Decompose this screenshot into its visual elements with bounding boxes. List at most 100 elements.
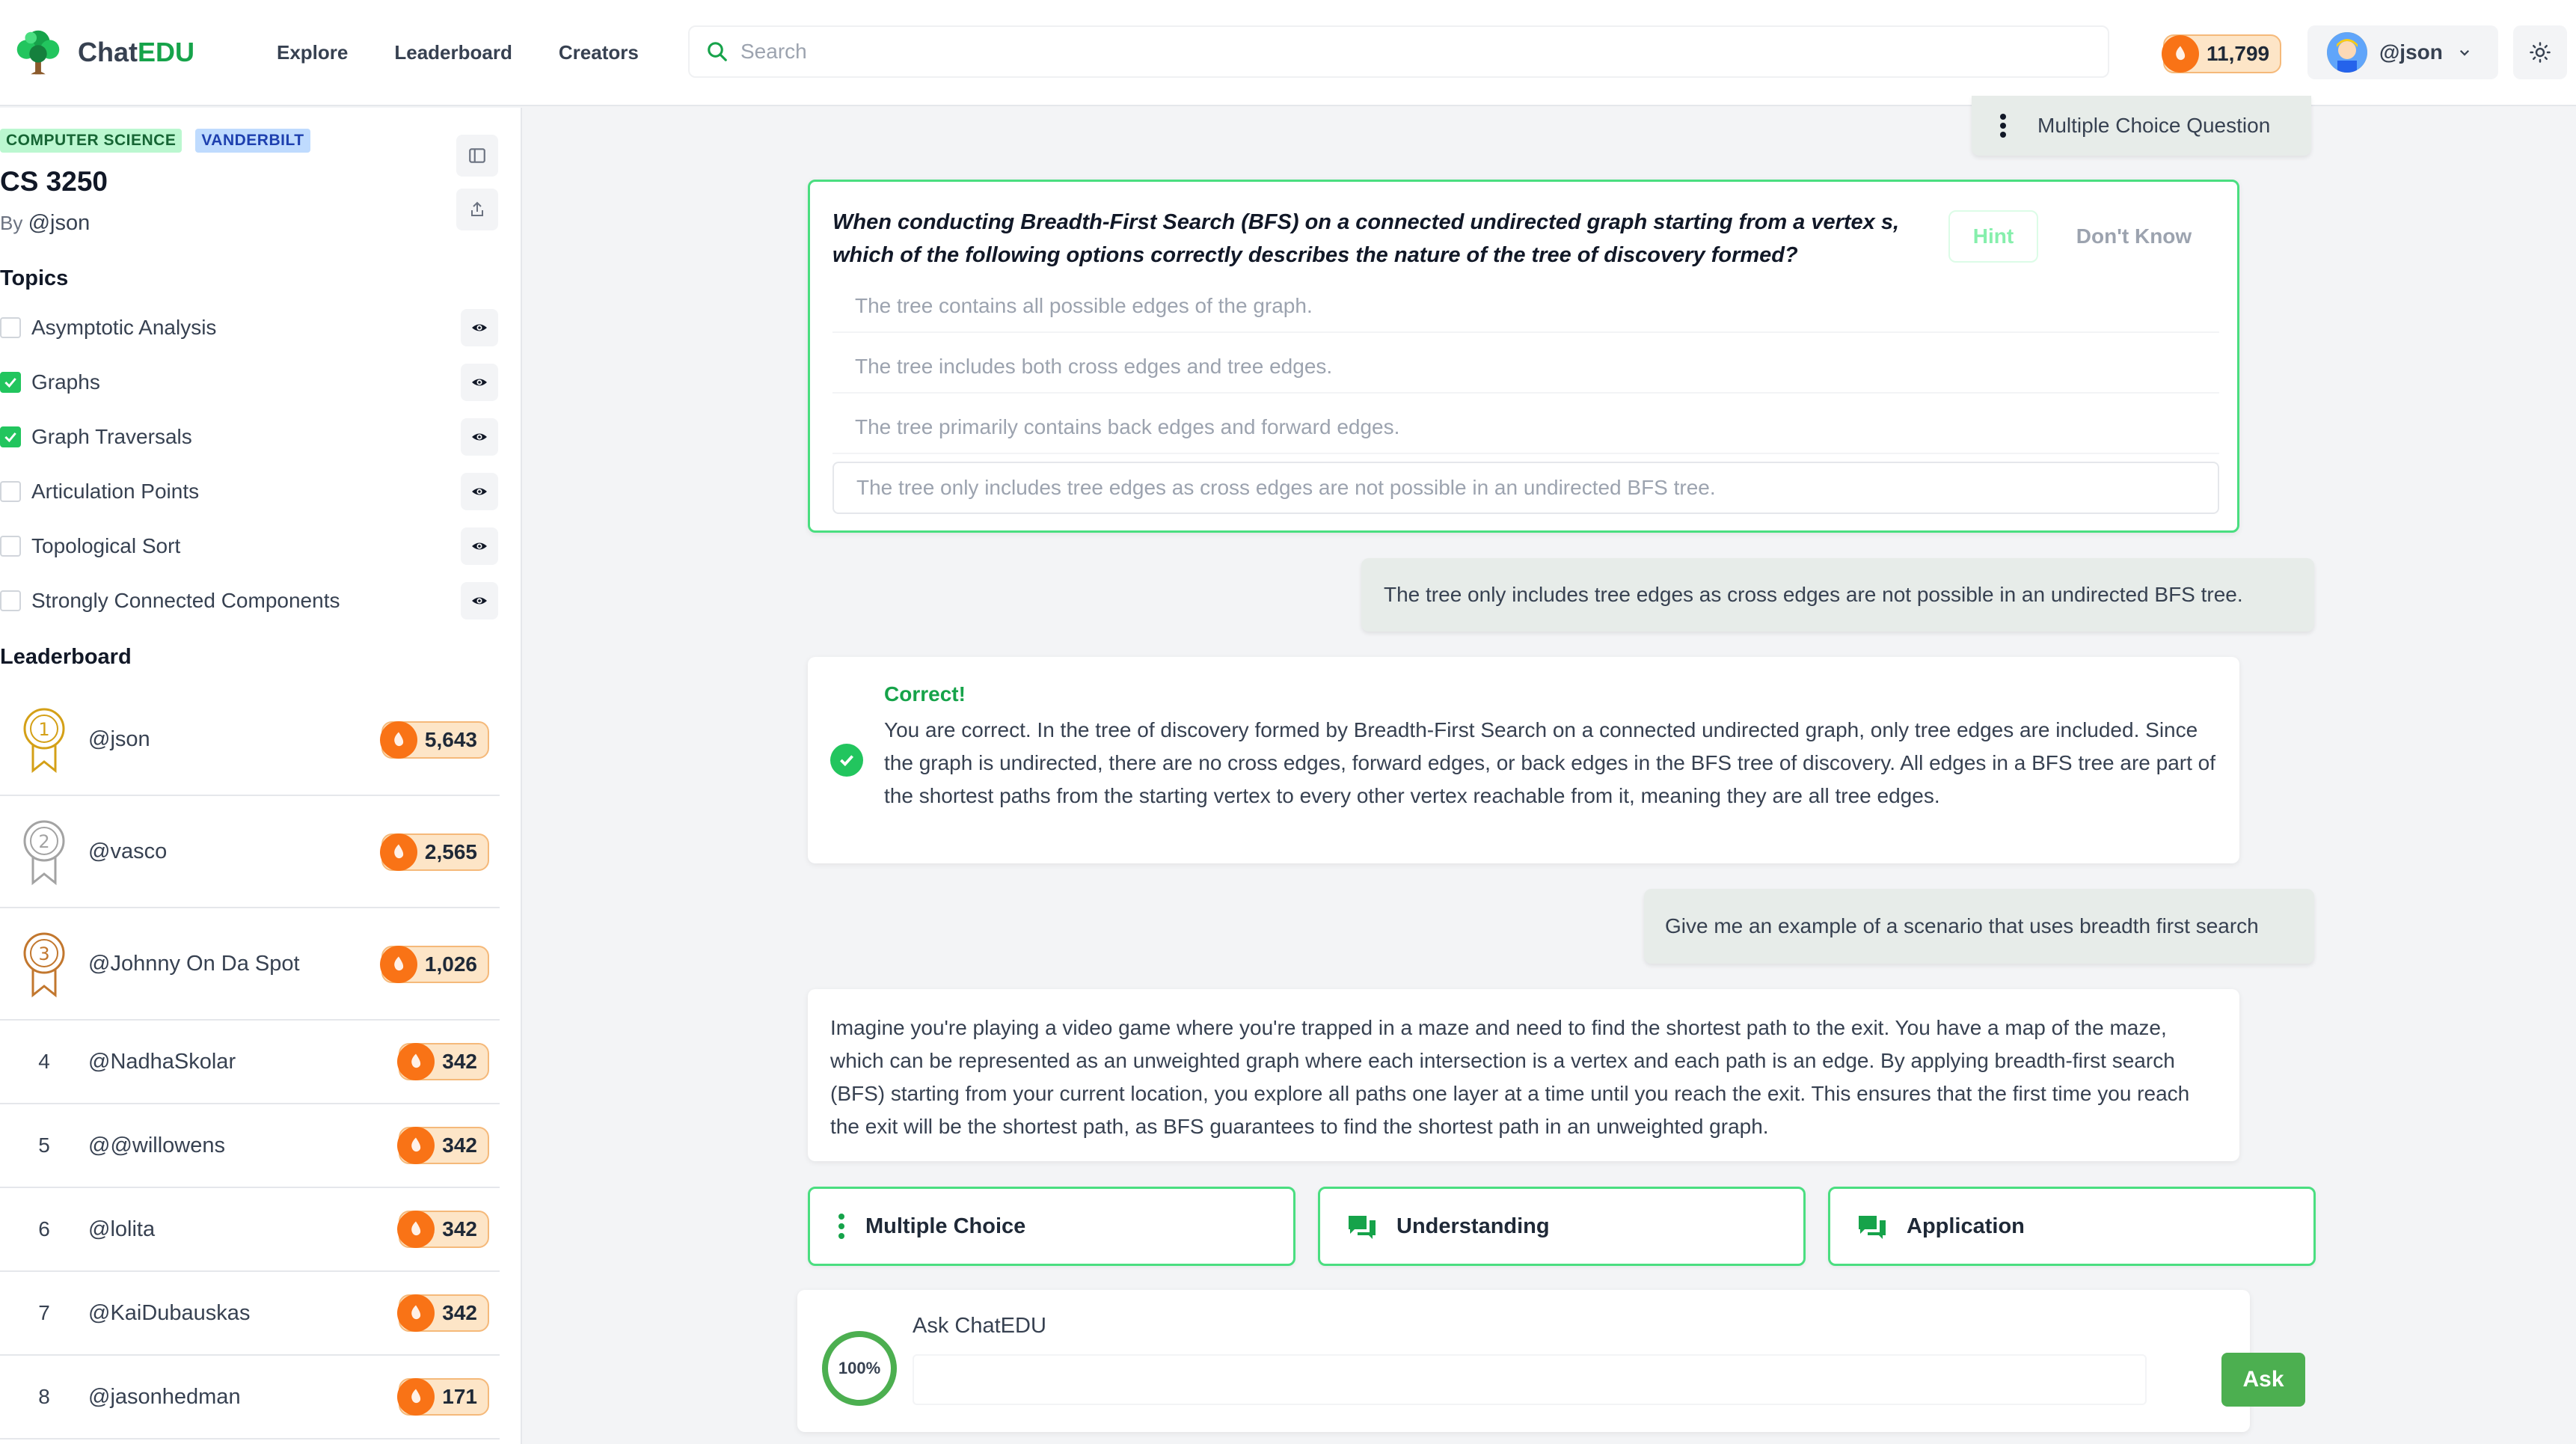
user-question-bubble: Give me an example of a scenario that us…	[1644, 889, 2314, 964]
topic-label: Graph Traversals	[31, 425, 192, 448]
nav-creators[interactable]: Creators	[559, 41, 639, 64]
svg-text:2: 2	[38, 831, 49, 852]
subject-tag[interactable]: COMPUTER SCIENCE	[0, 129, 183, 153]
view-topic-button[interactable]	[461, 364, 498, 401]
ask-label: Ask ChatEDU	[913, 1314, 1046, 1338]
main-nav: Explore Leaderboard Creators	[277, 41, 639, 64]
coin-icon	[2162, 35, 2199, 73]
topic-checkbox[interactable]	[0, 590, 21, 611]
brand-name: ChatEDU	[78, 37, 195, 67]
topic-item[interactable]: Strongly Connected Components	[0, 580, 501, 622]
view-topic-button[interactable]	[461, 309, 498, 346]
hint-button[interactable]: Hint	[1948, 210, 2038, 263]
topic-item[interactable]: Graphs	[0, 361, 501, 403]
topic-checkbox[interactable]	[0, 372, 21, 393]
view-topic-button[interactable]	[461, 473, 498, 510]
coin-count: 1,026	[424, 952, 477, 976]
eye-icon	[472, 433, 487, 441]
answer-option[interactable]: The tree includes both cross edges and t…	[832, 341, 2219, 394]
nav-leaderboard[interactable]: Leaderboard	[394, 41, 512, 64]
leaderboard-coins: 342	[397, 1127, 489, 1164]
share-icon	[471, 201, 483, 216]
coin-count: 171	[442, 1385, 477, 1408]
view-topic-button[interactable]	[461, 418, 498, 456]
topic-checkbox[interactable]	[0, 481, 21, 502]
mcq-request-bubble: Multiple Choice Question	[1972, 96, 2311, 156]
school-tag[interactable]: VANDERBILT	[195, 129, 310, 153]
leaderboard-row[interactable]: 6 @lolita 342	[0, 1188, 500, 1272]
ask-button[interactable]: Ask	[2221, 1353, 2305, 1407]
search-bar[interactable]	[688, 25, 2109, 78]
coin-balance[interactable]: 11,799	[2162, 34, 2282, 73]
ask-input[interactable]	[913, 1354, 2147, 1405]
leaderboard-coins: 171	[397, 1378, 489, 1416]
dont-know-button[interactable]: Don't Know	[2052, 210, 2216, 263]
coin-count: 342	[442, 1301, 477, 1324]
rank-badge: 2	[0, 817, 88, 886]
collapse-sidebar-button[interactable]	[456, 135, 498, 177]
rank-badge: 1	[0, 705, 88, 774]
search-icon	[708, 42, 727, 61]
view-topic-button[interactable]	[461, 582, 498, 619]
leaderboard-coins: 2,565	[379, 833, 489, 871]
suggestion-application[interactable]: Application	[1828, 1187, 2316, 1266]
rank-badge: 3	[0, 929, 88, 998]
search-input[interactable]	[740, 40, 2012, 64]
suggestion-multiple-choice[interactable]: Multiple Choice	[808, 1187, 1295, 1266]
author-link[interactable]: @json	[28, 211, 91, 235]
ask-panel: 100% Ask ChatEDU Ask	[797, 1290, 2305, 1432]
suggestion-understanding[interactable]: Understanding	[1318, 1187, 1806, 1266]
mcq-request-text: Multiple Choice Question	[2037, 114, 2271, 137]
course-tags: COMPUTER SCIENCE VANDERBILT	[0, 129, 310, 153]
suggestion-label: Multiple Choice	[865, 1214, 1026, 1238]
topic-item[interactable]: Graph Traversals	[0, 416, 501, 458]
avatar	[2327, 32, 2367, 73]
leaderboard-row[interactable]: 1 @json 5,643	[0, 684, 500, 796]
course-title: CS 3250	[0, 166, 108, 197]
coin-count: 342	[442, 1134, 477, 1157]
coin-count: 342	[442, 1050, 477, 1073]
topic-label: Articulation Points	[31, 480, 200, 503]
course-sidebar: COMPUTER SCIENCE VANDERBILT CS 3250 By @…	[0, 108, 522, 1444]
feedback-card: Correct! You are correct. In the tree of…	[808, 657, 2239, 863]
theme-toggle-button[interactable]	[2513, 25, 2567, 79]
nav-explore[interactable]: Explore	[277, 41, 348, 64]
rank-number: 7	[38, 1301, 50, 1324]
silver-medal-icon: 2	[23, 820, 65, 886]
coin-icon	[397, 1294, 435, 1332]
leaderboard-coins: 342	[397, 1043, 489, 1080]
coin-icon	[397, 1043, 435, 1080]
topic-item[interactable]: Topological Sort	[0, 525, 501, 567]
leaderboard-row[interactable]: 3 @Johnny On Da Spot 1,026	[0, 908, 500, 1021]
topic-checkbox[interactable]	[0, 317, 21, 338]
leaderboard-row[interactable]: 5 @@willowens 342	[0, 1104, 500, 1188]
answer-option-selected[interactable]: The tree only includes tree edges as cro…	[832, 462, 2219, 514]
coin-count: 342	[442, 1217, 477, 1240]
user-menu-button[interactable]: @json	[2307, 25, 2498, 79]
view-topic-button[interactable]	[461, 527, 498, 565]
coin-count: 5,643	[424, 728, 477, 751]
leaderboard-row[interactable]: 7 @KaiDubauskas 342	[0, 1272, 500, 1356]
answer-option[interactable]: The tree primarily contains back edges a…	[832, 402, 2219, 454]
leaderboard-row[interactable]: 8 @jasonhedman 171	[0, 1356, 500, 1440]
coin-icon	[397, 1211, 435, 1248]
leaderboard-row[interactable]: 4 @NadhaSkolar 342	[0, 1021, 500, 1104]
svg-text:1: 1	[38, 719, 49, 740]
rank-number: 6	[38, 1217, 50, 1240]
progress-percent: 100%	[838, 1359, 881, 1377]
topic-checkbox[interactable]	[0, 536, 21, 557]
coin-icon	[379, 833, 417, 871]
topic-item[interactable]: Asymptotic Analysis	[0, 307, 501, 349]
topic-checkbox[interactable]	[0, 426, 21, 447]
leaderboard-row[interactable]: 2 @vasco 2,565	[0, 796, 500, 908]
chat-bubbles-icon	[1859, 1216, 1886, 1239]
top-bar: ChatEDU Explore Leaderboard Creators 11,…	[0, 0, 2576, 106]
answer-option[interactable]: The tree contains all possible edges of …	[832, 281, 2219, 333]
topic-item[interactable]: Articulation Points	[0, 471, 501, 513]
coin-icon	[379, 721, 417, 759]
share-button[interactable]	[456, 189, 498, 230]
check-icon	[4, 378, 16, 388]
rank-number: 5	[38, 1134, 50, 1157]
brand-logo[interactable]: ChatEDU	[9, 23, 263, 82]
coin-icon	[397, 1127, 435, 1164]
